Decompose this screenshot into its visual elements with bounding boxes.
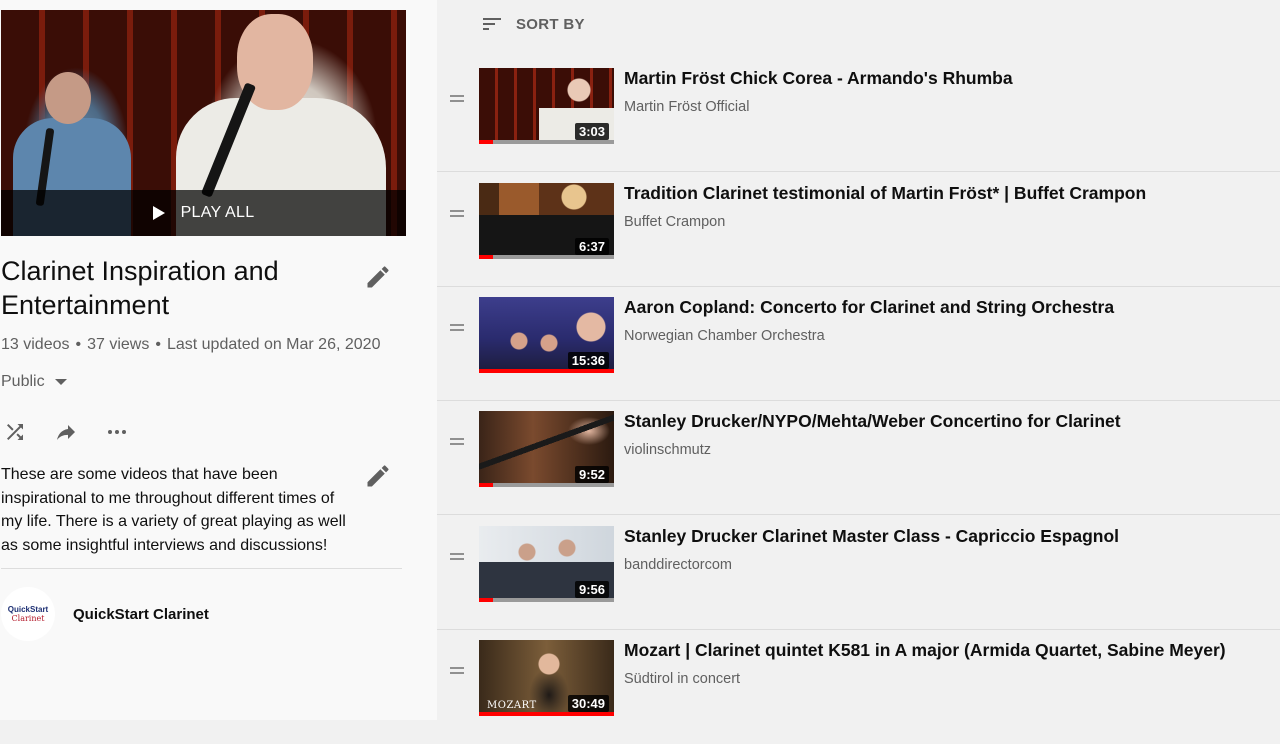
more-actions-button[interactable]: [103, 418, 131, 446]
video-title[interactable]: Tradition Clarinet testimonial of Martin…: [624, 183, 1146, 204]
owner-name[interactable]: QuickStart Clarinet: [73, 606, 209, 623]
video-thumbnail[interactable]: 9:52: [479, 411, 614, 487]
playlist-thumbnail[interactable]: PLAY ALL: [1, 10, 406, 236]
edit-title-button[interactable]: [364, 263, 392, 291]
video-thumbnail[interactable]: 9:56: [479, 526, 614, 602]
drag-handle-icon[interactable]: [450, 324, 464, 334]
edit-description-button[interactable]: [364, 462, 392, 490]
video-channel[interactable]: violinschmutz: [624, 442, 711, 458]
video-title[interactable]: Stanley Drucker/NYPO/Mehta/Weber Concert…: [624, 411, 1121, 432]
playlist-video-row[interactable]: MOZART 30:49 Mozart | Clarinet quintet K…: [437, 630, 1280, 744]
playlist-owner[interactable]: QuickStart Clarinet QuickStart Clarinet: [1, 587, 209, 641]
sort-by-label: SORT BY: [516, 15, 585, 33]
video-channel[interactable]: banddirectorcom: [624, 557, 732, 573]
privacy-dropdown[interactable]: Public: [1, 373, 67, 391]
video-title[interactable]: Stanley Drucker Clarinet Master Class - …: [624, 526, 1119, 547]
share-icon: [57, 425, 75, 440]
video-channel[interactable]: Norwegian Chamber Orchestra: [624, 328, 825, 344]
playlist-title: Clarinet Inspiration and Entertainment: [1, 256, 279, 320]
video-duration: 6:37: [574, 238, 609, 255]
caret-down-icon: [54, 379, 67, 385]
watch-progress-bar: [479, 369, 614, 373]
thumbnail-caption: MOZART: [487, 700, 537, 711]
playlist-actions: [1, 418, 154, 446]
drag-handle-icon[interactable]: [450, 438, 464, 448]
video-channel[interactable]: Martin Fröst Official: [624, 99, 749, 115]
privacy-value: Public: [1, 373, 45, 390]
watch-progress-bar: [479, 483, 614, 487]
drag-handle-icon[interactable]: [450, 95, 464, 105]
playlist-video-row[interactable]: 6:37 Tradition Clarinet testimonial of M…: [437, 173, 1280, 287]
playlist-description: These are some videos that have been ins…: [1, 466, 346, 555]
video-duration: 15:36: [567, 352, 609, 369]
sort-icon: [483, 18, 501, 30]
video-thumbnail[interactable]: MOZART 30:49: [479, 640, 614, 716]
playlist-video-row[interactable]: 15:36 Aaron Copland: Concerto for Clarin…: [437, 287, 1280, 401]
video-count: 13 videos: [1, 336, 70, 353]
video-channel[interactable]: Buffet Crampon: [624, 214, 725, 230]
video-title[interactable]: Mozart | Clarinet quintet K581 in A majo…: [624, 640, 1226, 661]
video-title[interactable]: Aaron Copland: Concerto for Clarinet and…: [624, 297, 1114, 318]
watch-progress-bar: [479, 255, 614, 259]
edit-icon: [367, 465, 389, 487]
video-duration: 3:03: [574, 123, 609, 140]
video-duration: 30:49: [567, 695, 609, 712]
playlist-video-row[interactable]: 9:52 Stanley Drucker/NYPO/Mehta/Weber Co…: [437, 401, 1280, 515]
play-all-button[interactable]: PLAY ALL: [1, 190, 406, 236]
playlist-video-row[interactable]: 9:56 Stanley Drucker Clarinet Master Cla…: [437, 516, 1280, 630]
play-icon: [152, 206, 165, 220]
playlist-sidebar: PLAY ALL Clarinet Inspiration and Entert…: [0, 0, 437, 720]
shuffle-button[interactable]: [1, 418, 29, 446]
watch-progress-bar: [479, 598, 614, 602]
more-icon: [108, 430, 126, 434]
sort-by-button[interactable]: SORT BY: [480, 12, 585, 36]
drag-handle-icon[interactable]: [450, 553, 464, 563]
playlist-video-row[interactable]: 3:03 Martin Fröst Chick Corea - Armando'…: [437, 58, 1280, 172]
video-duration: 9:52: [574, 466, 609, 483]
view-count: 37 views: [87, 336, 150, 353]
video-duration: 9:56: [574, 581, 609, 598]
shuffle-icon: [7, 424, 23, 440]
video-title[interactable]: Martin Fröst Chick Corea - Armando's Rhu…: [624, 68, 1013, 89]
play-all-label: PLAY ALL: [180, 204, 255, 221]
video-thumbnail[interactable]: 3:03: [479, 68, 614, 144]
edit-icon: [367, 266, 389, 288]
watch-progress-bar: [479, 712, 614, 716]
last-updated: Last updated on Mar 26, 2020: [166, 336, 381, 353]
video-thumbnail[interactable]: 6:37: [479, 183, 614, 259]
drag-handle-icon[interactable]: [450, 210, 464, 220]
video-channel[interactable]: Südtirol in concert: [624, 671, 740, 687]
watch-progress-bar: [479, 140, 614, 144]
playlist-stats: 13 videos • 37 views • Last updated on Mar 2…: [1, 336, 381, 353]
divider: [1, 568, 402, 569]
share-button[interactable]: [52, 418, 80, 446]
avatar[interactable]: QuickStart Clarinet: [1, 587, 55, 641]
drag-handle-icon[interactable]: [450, 667, 464, 677]
video-thumbnail[interactable]: 15:36: [479, 297, 614, 373]
